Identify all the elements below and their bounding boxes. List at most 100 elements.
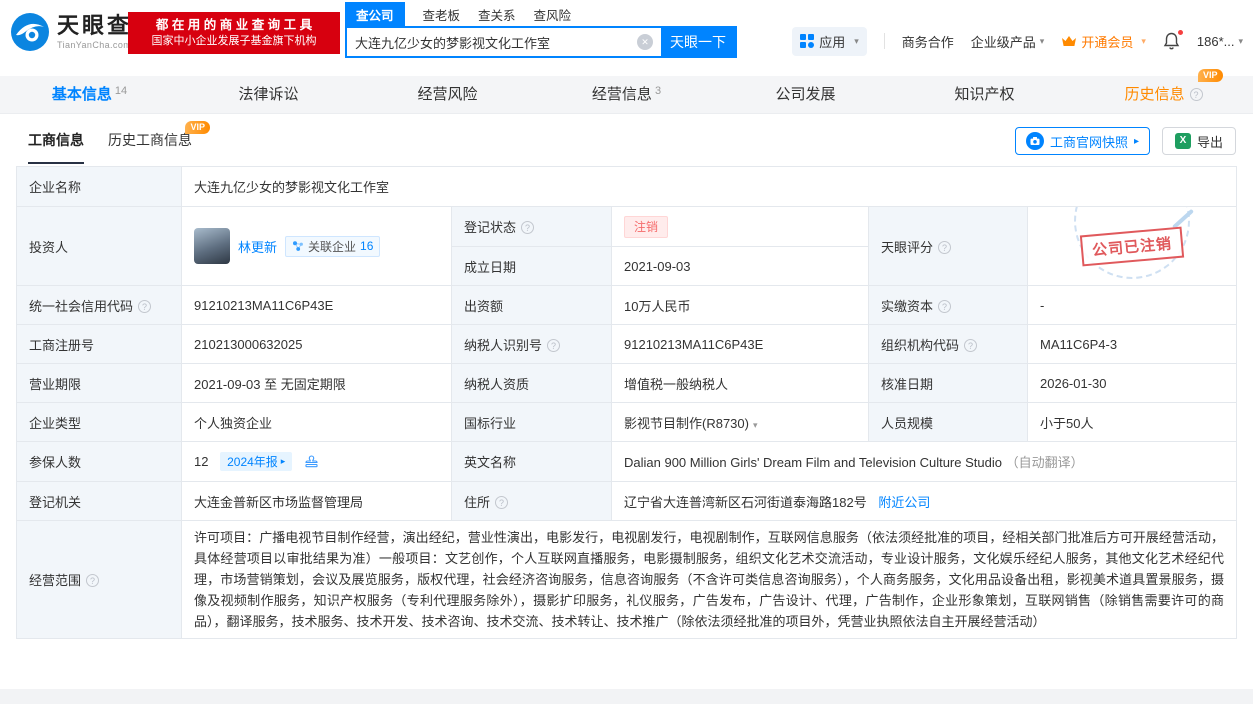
company-type-value: 个人独资企业 <box>181 402 452 442</box>
related-companies-count: 16 <box>360 239 374 253</box>
search-tab-company[interactable]: 查公司 <box>345 1 405 27</box>
help-icon[interactable]: ? <box>86 574 100 587</box>
label-text: 天眼评分 <box>881 239 934 255</box>
help-icon[interactable]: ? <box>938 240 952 254</box>
investor-name-link[interactable]: 林更新 <box>238 237 277 256</box>
tab-operation-info[interactable]: 经营信息 3 <box>537 76 716 113</box>
related-companies-icon <box>293 241 303 251</box>
logo-eye-icon <box>11 13 49 51</box>
help-icon[interactable]: ? <box>547 338 561 352</box>
tab-company-development[interactable]: 公司发展 <box>716 76 895 113</box>
established-date-label: 成立日期 <box>451 246 612 286</box>
registration-authority-value: 大连金普新区市场监督管理局 <box>181 481 452 521</box>
export-label: 导出 <box>1196 134 1223 150</box>
tab-operation-risk[interactable]: 经营风险 <box>358 76 537 113</box>
vip-badge: VIP <box>185 121 210 134</box>
tab-intellectual-property[interactable]: 知识产权 <box>895 76 1074 113</box>
industry-label: 国标行业 <box>451 402 612 442</box>
help-icon[interactable]: ? <box>138 299 152 313</box>
tab-count: 3 <box>654 85 662 97</box>
related-companies-badge[interactable]: 关联企业 16 <box>285 235 381 257</box>
investor-avatar[interactable] <box>194 228 230 264</box>
registration-number-value: 210213000632025 <box>181 324 452 364</box>
chevron-down-icon: ▾ <box>1238 35 1243 46</box>
investor-value: 林更新 关联企业 16 <box>181 206 452 286</box>
credit-code-label: 统一社会信用代码? <box>16 285 182 325</box>
org-code-label: 组织机构代码? <box>868 324 1028 364</box>
approved-date-value: 2026-01-30 <box>1026 363 1238 403</box>
vip-membership-label: 开通会员 <box>1081 34 1134 50</box>
taxpayer-id-value: 91210213MA11C6P43E <box>611 324 869 364</box>
company-status-stamp-cell: 公司已注销 <box>1026 206 1238 286</box>
search-tab-boss[interactable]: 查老板 <box>423 5 461 24</box>
crown-icon <box>1062 36 1077 46</box>
account-menu[interactable]: 186*... ▾ <box>1197 34 1243 49</box>
snapshot-label: 工商官网快照 <box>1049 134 1128 150</box>
tab-label: 法律诉讼 <box>238 86 299 103</box>
seal-stamp-icon[interactable] <box>304 454 319 469</box>
capital-label: 出资额 <box>451 285 612 325</box>
slogan-line2: 国家中小企业发展子基金旗下机构 <box>151 35 317 47</box>
arrow-right-icon: ▸ <box>1133 135 1139 147</box>
insured-count: 12 <box>194 454 209 469</box>
apps-menu[interactable]: 应用 ▾ <box>792 26 867 56</box>
clear-search-icon[interactable]: ✕ <box>637 34 653 50</box>
english-name: Dalian 900 Million Girls' Dream Film and… <box>624 455 1002 470</box>
staff-size-label: 人员规模 <box>868 402 1028 442</box>
help-icon[interactable]: ? <box>495 495 509 509</box>
annual-report-badge[interactable]: 2024年报 ▸ <box>220 452 293 471</box>
investor-label: 投资人 <box>16 206 182 286</box>
search-box: ✕ 天眼一下 <box>345 26 737 58</box>
nearby-companies-link[interactable]: 附近公司 <box>878 495 930 510</box>
tab-basic-info[interactable]: 基本信息 14 <box>0 76 179 113</box>
tianyancha-logo[interactable]: 天眼查 TianYanCha.com <box>10 12 132 52</box>
subtabs-row: 工商信息 历史工商信息 VIP 工商官网快照 ▸ X 导出 <box>16 118 1236 164</box>
paid-capital-label: 实缴资本? <box>868 285 1028 325</box>
vip-membership-menu[interactable]: 开通会员 ▾ <box>1061 32 1146 51</box>
industry-value[interactable]: 影视节目制作(R8730) ▾ <box>611 402 869 442</box>
search-area: 查公司 查老板 查关系 查风险 ✕ 天眼一下 <box>345 1 737 58</box>
subtab-business-info[interactable]: 工商信息 <box>28 118 84 164</box>
address-text: 辽宁省大连普湾新区石河街道泰海路182号 <box>624 494 867 510</box>
account-phone: 186*... <box>1196 33 1235 49</box>
excel-icon: X <box>1174 133 1191 149</box>
credit-code-value: 91210213MA11C6P43E <box>181 285 452 325</box>
subtab-label: 历史工商信息 <box>108 132 192 148</box>
notification-dot <box>1176 29 1184 36</box>
registration-authority-label: 登记机关 <box>16 481 182 521</box>
label-text: 统一社会信用代码 <box>29 298 134 314</box>
business-cooperation-link[interactable]: 商务合作 <box>902 32 954 51</box>
business-term-value: 2021-09-03 至 无固定期限 <box>181 363 452 403</box>
arrow-right-icon: ▸ <box>280 456 286 466</box>
subtab-history-business-info[interactable]: 历史工商信息 VIP <box>108 118 210 164</box>
registration-status-value: 注销 <box>611 206 869 247</box>
auto-translate-note: （自动翻译） <box>1005 455 1084 470</box>
tab-label: 历史信息 <box>1124 86 1185 103</box>
logo-text: 天眼查 TianYanCha.com <box>57 14 132 50</box>
help-icon[interactable]: ? <box>964 338 978 352</box>
slogan-line1: 都 在 用 的 商 业 查 询 工 具 <box>155 18 313 32</box>
slogan-banner: 都 在 用 的 商 业 查 询 工 具 国家中小企业发展子基金旗下机构 <box>128 12 340 54</box>
official-snapshot-button[interactable]: 工商官网快照 ▸ <box>1014 127 1150 155</box>
tab-legal-litigation[interactable]: 法律诉讼 <box>179 76 358 113</box>
tab-count: 14 <box>114 85 128 97</box>
business-term-label: 营业期限 <box>16 363 182 403</box>
section-tabs: 基本信息 14 法律诉讼 经营风险 经营信息 3 公司发展 知识产权 历史信息? V… <box>0 69 1253 114</box>
tab-history-info[interactable]: 历史信息? VIP <box>1074 69 1253 113</box>
enterprise-products-menu[interactable]: 企业级产品 ▾ <box>971 32 1045 51</box>
search-input[interactable] <box>347 28 637 56</box>
org-code-value: MA11C6P4-3 <box>1026 324 1238 364</box>
camera-icon <box>1025 132 1044 150</box>
search-tab-relation[interactable]: 查关系 <box>478 5 516 24</box>
search-tab-risk[interactable]: 查风险 <box>534 5 572 24</box>
search-button[interactable]: 天眼一下 <box>661 28 735 56</box>
help-icon[interactable]: ? <box>521 221 535 234</box>
insured-count-value: 12 2024年报 ▸ <box>181 441 452 482</box>
notifications-bell[interactable] <box>1163 29 1184 50</box>
english-name-label: 英文名称 <box>451 441 612 482</box>
export-button[interactable]: X 导出 <box>1161 127 1236 155</box>
help-icon[interactable]: ? <box>1189 88 1203 101</box>
help-icon[interactable]: ? <box>938 299 952 313</box>
insured-count-label: 参保人数 <box>16 441 182 482</box>
top-header: 天眼查 TianYanCha.com 都 在 用 的 商 业 查 询 工 具 国… <box>0 0 1253 68</box>
